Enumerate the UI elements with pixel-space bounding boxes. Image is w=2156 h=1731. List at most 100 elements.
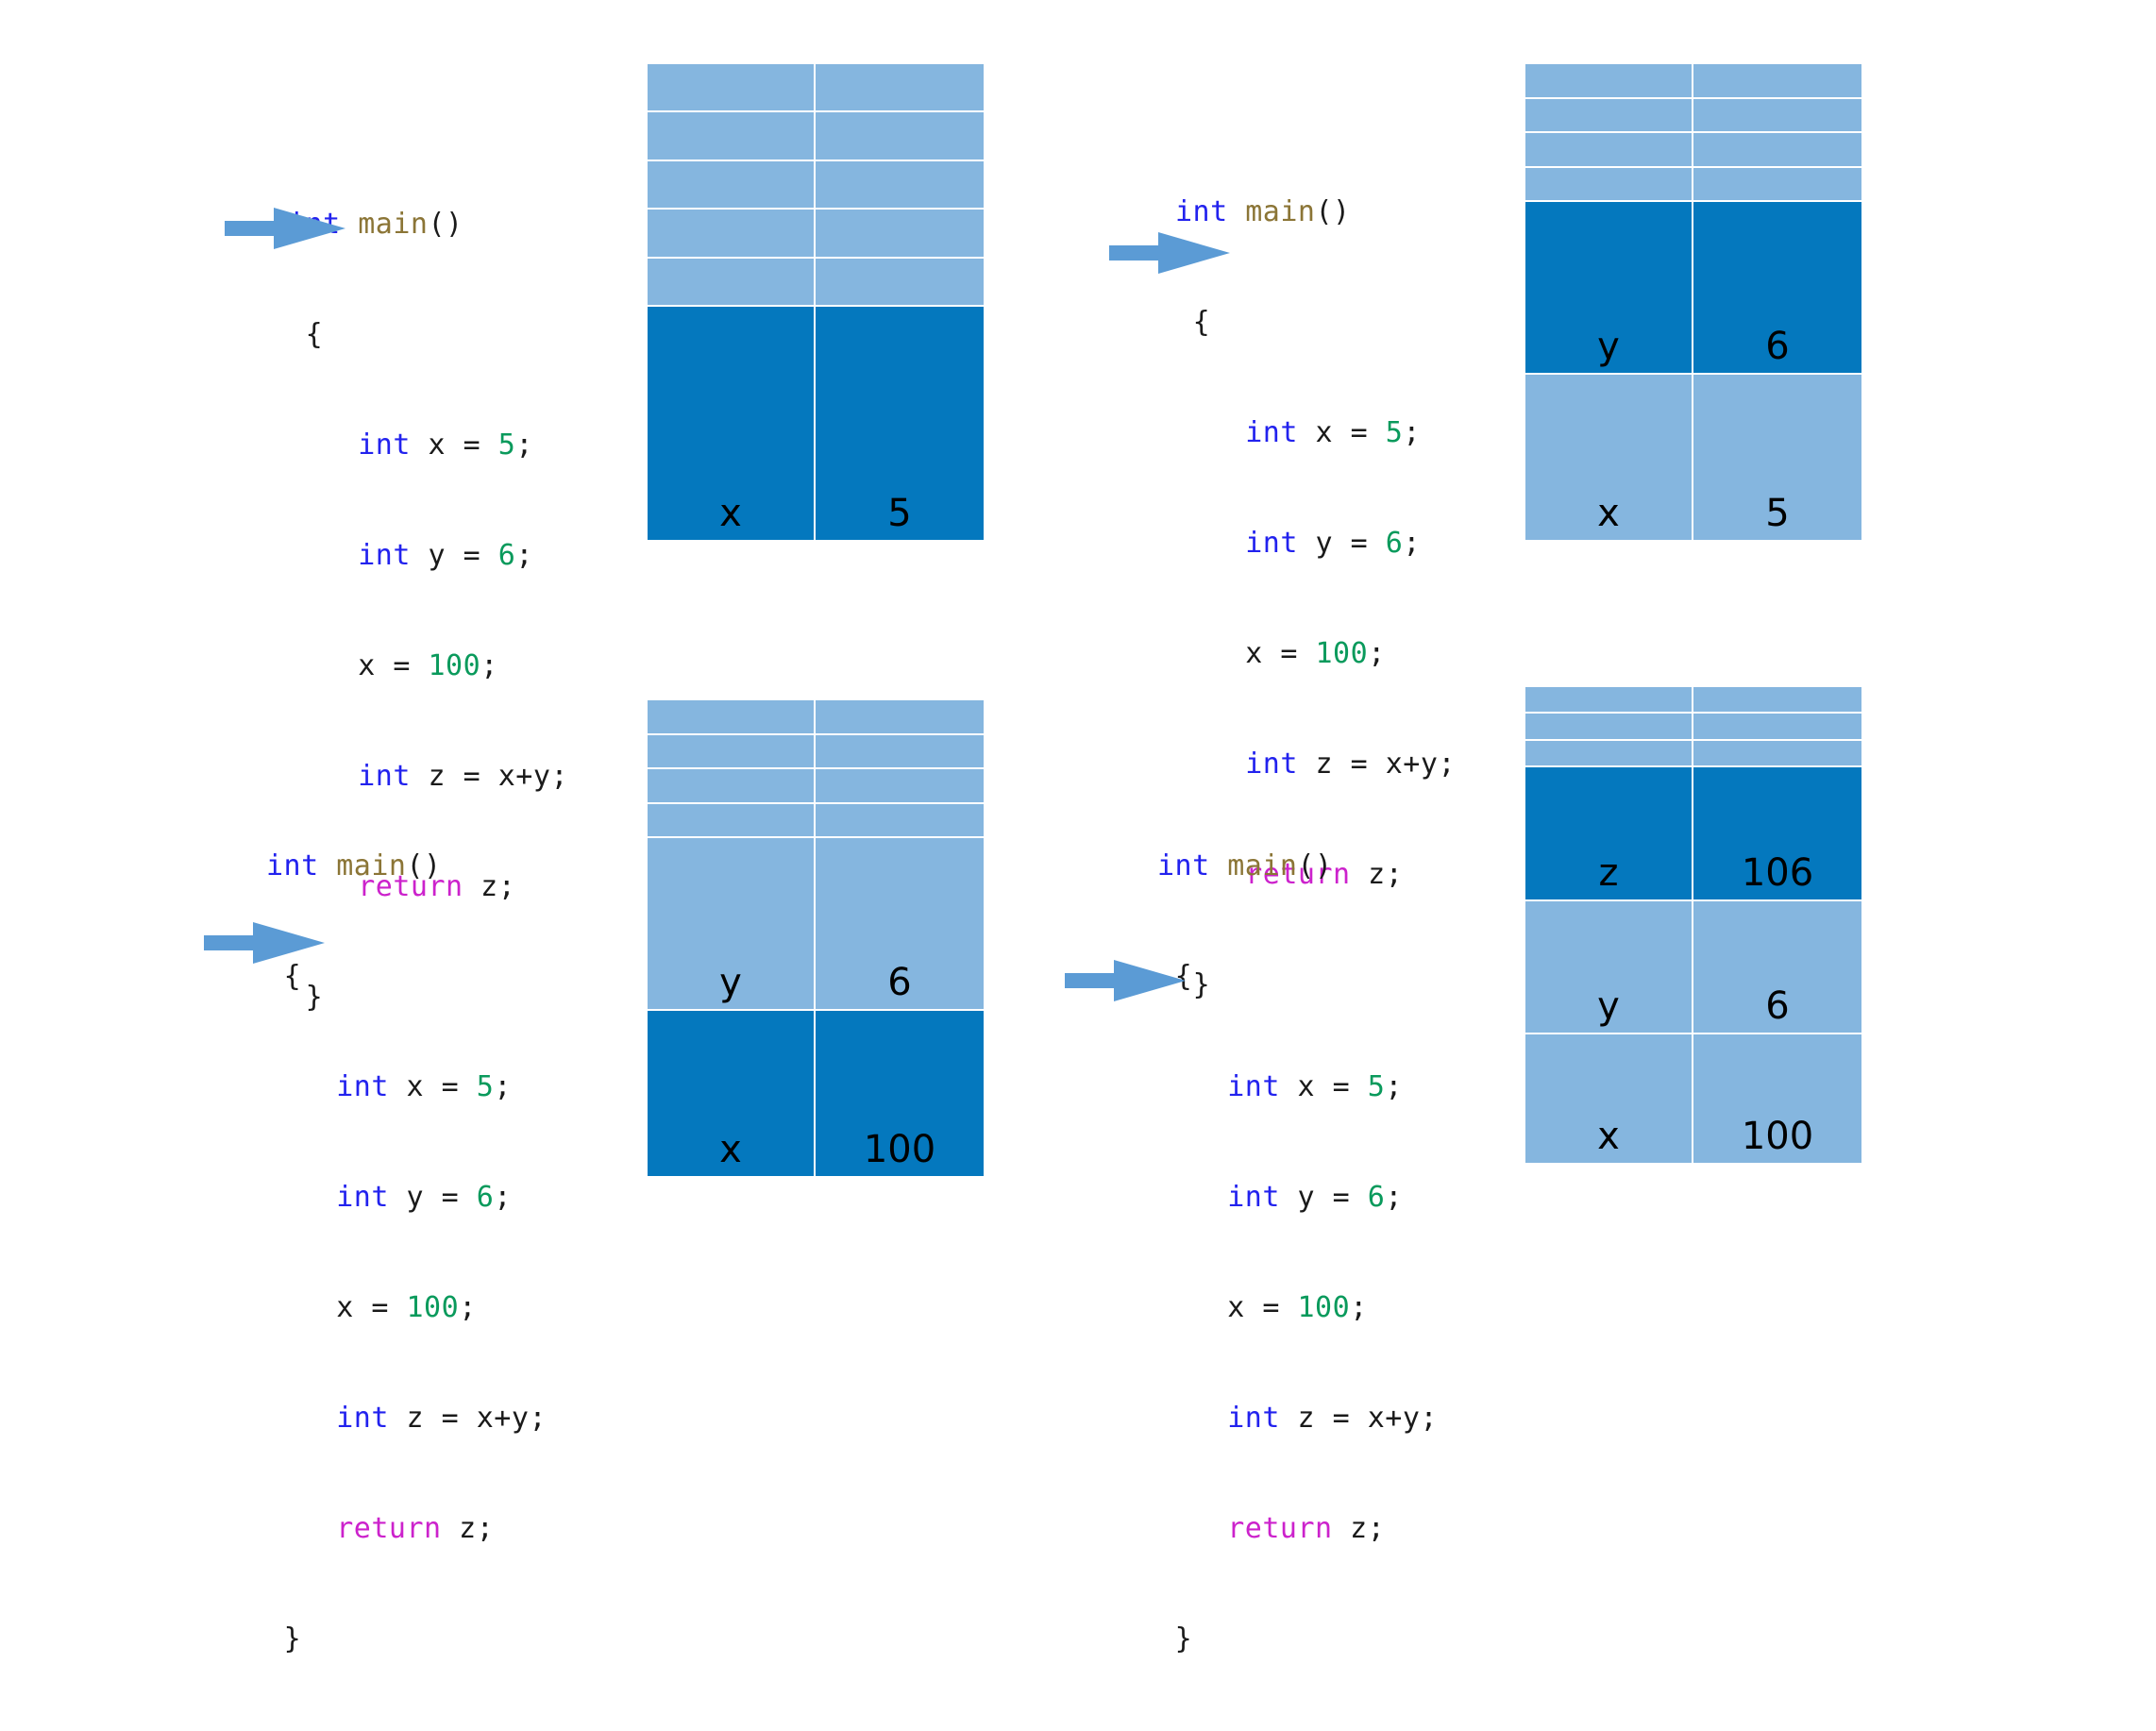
stack-cell-variable-value: 6 xyxy=(816,838,984,1011)
var-x-assign: x = xyxy=(358,649,429,682)
code-line-decl-x: int x = 5; xyxy=(1175,414,1456,451)
var-x-assign: x = xyxy=(336,1291,407,1324)
semicolon: ; xyxy=(1368,637,1386,670)
var-y: y = xyxy=(1279,1181,1368,1214)
code-line-assign-x: x = 100; xyxy=(1157,1289,1438,1326)
stack-rows: y 6 x 100 xyxy=(648,700,984,1176)
function-name-main: main xyxy=(1227,849,1298,882)
code-line-decl-z: int z = x+y; xyxy=(266,1400,547,1437)
stack-row xyxy=(1525,740,1861,767)
literal-6: 6 xyxy=(1385,527,1404,560)
code-line-open-brace: { xyxy=(1175,304,1456,341)
stack-row xyxy=(648,734,984,770)
function-name-main: main xyxy=(1245,195,1316,228)
keyword-int: int xyxy=(336,1181,389,1214)
keyword-return: return xyxy=(1227,1512,1333,1545)
stack-cell-variable-value xyxy=(816,160,984,210)
keyword-int: int xyxy=(336,1402,389,1435)
code-line-return: return z; xyxy=(266,1510,547,1547)
var-y: y = xyxy=(1297,527,1386,560)
stack-row: x 100 xyxy=(1525,1034,1861,1163)
stack-row xyxy=(1525,714,1861,741)
stack-row xyxy=(1525,133,1861,168)
code-line-close-brace: } xyxy=(266,1621,547,1657)
var-x: x = xyxy=(1297,416,1386,449)
semicolon: ; xyxy=(529,1402,547,1435)
stack-cell-variable-name xyxy=(1525,133,1693,168)
execution-pointer-arrow-icon xyxy=(204,922,325,964)
parens: () xyxy=(1315,195,1351,228)
semicolon: ; xyxy=(1403,527,1421,560)
var-x: x = xyxy=(410,429,498,462)
keyword-int: int xyxy=(1245,527,1298,560)
stack-cell-variable-name xyxy=(1525,687,1693,714)
stack-cell-variable-value: 100 xyxy=(1693,1034,1861,1163)
function-name-main: main xyxy=(336,849,407,882)
code-line-main: int main() xyxy=(266,848,547,884)
stack-row xyxy=(1525,167,1861,203)
keyword-int: int xyxy=(1157,849,1210,882)
parens: () xyxy=(428,208,463,241)
code-line-decl-y: int y = 6; xyxy=(1175,525,1456,562)
keyword-int: int xyxy=(1227,1070,1280,1103)
stack-cell-variable-name: x xyxy=(1525,374,1693,540)
parens: () xyxy=(1297,849,1333,882)
literal-5: 5 xyxy=(1385,416,1404,449)
stack-cell-variable-value xyxy=(1693,133,1861,168)
literal-5: 5 xyxy=(1367,1070,1386,1103)
stack-row: x 100 xyxy=(648,1010,984,1176)
stack-row xyxy=(648,769,984,804)
stack-row xyxy=(648,210,984,259)
stack-row xyxy=(648,700,984,735)
stack-cell-variable-value xyxy=(816,803,984,839)
stack-cell-variable-value xyxy=(1693,687,1861,714)
keyword-int: int xyxy=(1227,1402,1280,1435)
keyword-int: int xyxy=(358,539,411,572)
stack-cell-variable-name: x xyxy=(648,1010,816,1176)
var-x: x = xyxy=(1279,1070,1368,1103)
var-z: z = xyxy=(388,1402,477,1435)
execution-pointer-arrow-icon xyxy=(1065,960,1186,1001)
stack-cell-variable-name xyxy=(1525,740,1693,767)
literal-6: 6 xyxy=(497,539,516,572)
close-brace: } xyxy=(283,1622,302,1655)
stack-table-step-2: y6x5 xyxy=(1525,64,1861,540)
code-line-decl-y: int y = 6; xyxy=(1157,1179,1438,1216)
stack-table-step-3: y 6 x 100 xyxy=(648,700,984,1176)
stack-cell-variable-name xyxy=(648,258,816,308)
semicolon: ; xyxy=(494,1181,512,1214)
literal-100: 100 xyxy=(428,649,481,682)
stack-cell-variable-value xyxy=(1693,167,1861,203)
code-block-step-3: int main() { int x = 5; int y = 6; x = 1… xyxy=(266,774,547,1731)
literal-6: 6 xyxy=(476,1181,495,1214)
semicolon: ; xyxy=(1438,748,1456,781)
var-x: x = xyxy=(388,1070,477,1103)
stack-cell-variable-value xyxy=(816,112,984,161)
keyword-return: return xyxy=(336,1512,442,1545)
stack-row xyxy=(648,112,984,161)
literal-6: 6 xyxy=(1367,1181,1386,1214)
stack-cell-variable-value xyxy=(1693,98,1861,134)
stack-cell-variable-name xyxy=(648,112,816,161)
semicolon: ; xyxy=(1350,1291,1368,1324)
stack-cell-variable-value: 5 xyxy=(816,307,984,540)
stack-cell-variable-value: 100 xyxy=(816,1010,984,1176)
open-brace: { xyxy=(305,318,324,351)
code-line-assign-x: x = 100; xyxy=(1175,635,1456,672)
stack-cell-variable-name xyxy=(1525,167,1693,203)
literal-100: 100 xyxy=(1297,1291,1351,1324)
stack-row xyxy=(1525,64,1861,99)
return-value-z: z; xyxy=(1332,1512,1386,1545)
keyword-int: int xyxy=(266,849,319,882)
close-brace: } xyxy=(1174,1622,1193,1655)
semicolon: ; xyxy=(494,1070,512,1103)
literal-5: 5 xyxy=(476,1070,495,1103)
stack-row xyxy=(648,160,984,210)
parens: () xyxy=(406,849,442,882)
stack-row: x5 xyxy=(648,307,984,540)
stack-cell-variable-name xyxy=(648,210,816,259)
code-line-decl-x: int x = 5; xyxy=(288,427,568,463)
literal-100: 100 xyxy=(1315,637,1369,670)
keyword-int: int xyxy=(358,429,411,462)
stack-cell-variable-name xyxy=(648,734,816,770)
